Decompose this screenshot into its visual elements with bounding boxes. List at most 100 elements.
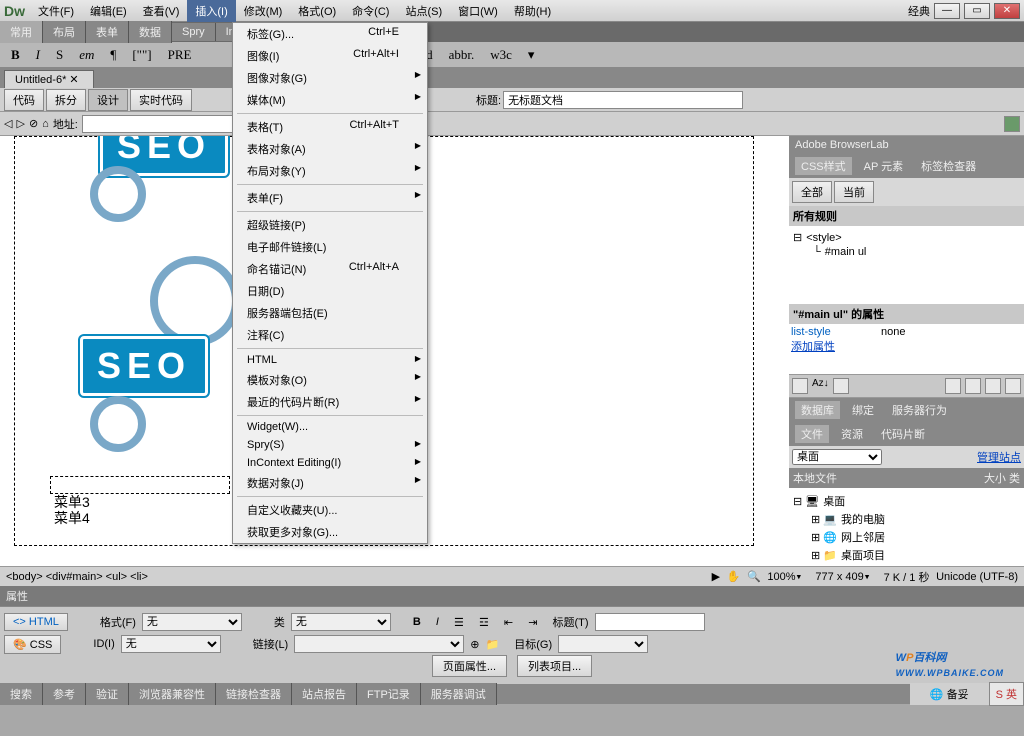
workspace-label[interactable]: 经典	[908, 3, 930, 19]
stop-icon[interactable]: ⊘	[29, 117, 38, 130]
tab-data[interactable]: 数据	[129, 21, 172, 43]
italic-prop-button[interactable]: I	[436, 616, 439, 628]
site-select[interactable]: 桌面	[792, 449, 882, 465]
dropdown-item[interactable]: 布局对象(Y)	[233, 160, 427, 182]
bold-prop-button[interactable]: B	[413, 616, 421, 628]
split-view-button[interactable]: 拆分	[46, 89, 86, 111]
home-icon[interactable]: ⌂	[42, 118, 49, 130]
reference-tab[interactable]: 参考	[43, 683, 86, 705]
browse-icon[interactable]: 📁	[485, 638, 499, 651]
title-input[interactable]	[503, 91, 743, 109]
table-icon[interactable]	[1004, 116, 1020, 132]
html-mode-button[interactable]: <> HTML	[4, 613, 68, 631]
doc-tab[interactable]: Untitled-6* ✕	[4, 70, 94, 88]
abbr-button[interactable]: abbr.	[444, 45, 480, 65]
dropdown-item[interactable]: 电子邮件链接(L)	[233, 236, 427, 258]
browserlab-panel[interactable]: Adobe BrowserLab	[795, 139, 889, 151]
tab-spry[interactable]: Spry	[172, 23, 216, 41]
pre-button[interactable]: PRE	[163, 45, 197, 65]
zoom-icon[interactable]: 🔍	[747, 570, 761, 583]
dropdown-item[interactable]: 注释(C)	[233, 324, 427, 346]
link-icon[interactable]	[945, 378, 961, 394]
link-checker-tab[interactable]: 链接检查器	[216, 683, 292, 705]
menu-edit[interactable]: 编辑(E)	[82, 0, 135, 22]
tab-forms[interactable]: 表单	[86, 21, 129, 43]
tab-common[interactable]: 常用	[0, 21, 43, 43]
menu-insert[interactable]: 插入(I)	[187, 0, 235, 22]
dropdown-item[interactable]: 媒体(M)	[233, 89, 427, 111]
search-tab[interactable]: 搜索	[0, 683, 43, 705]
css-icon-1[interactable]	[792, 378, 808, 394]
server-debug-tab[interactable]: 服务器调试	[421, 683, 497, 705]
ul-icon[interactable]: ☰	[454, 616, 464, 629]
dropdown-item[interactable]: InContext Editing(I)	[233, 454, 427, 472]
dropdown-item[interactable]: 超级链接(P)	[233, 214, 427, 236]
dropdown-item[interactable]: Spry(S)	[233, 436, 427, 454]
format-select[interactable]: 无	[142, 613, 242, 631]
tree-network[interactable]: ⊞ 🌐 网上邻居	[793, 528, 1020, 546]
tree-desktop-items[interactable]: ⊞ 📁 桌面项目	[793, 546, 1020, 564]
assets-tab[interactable]: 资源	[835, 425, 869, 443]
server-behaviors-tab[interactable]: 服务器行为	[886, 401, 953, 419]
ftp-log-tab[interactable]: FTP记录	[357, 683, 421, 705]
manage-sites-link[interactable]: 管理站点	[977, 449, 1021, 465]
more-icon[interactable]: ▾	[523, 45, 540, 65]
dropdown-item[interactable]: 自定义收藏夹(U)...	[233, 499, 427, 521]
tab-layout[interactable]: 布局	[43, 21, 86, 43]
hand-icon[interactable]: ✋	[727, 570, 741, 583]
snippets-tab[interactable]: 代码片断	[875, 425, 931, 443]
database-tab[interactable]: 数据库	[795, 401, 840, 419]
menu-commands[interactable]: 命令(C)	[344, 0, 397, 22]
rule-main-ul[interactable]: └ #main ul	[793, 245, 1020, 259]
id-select[interactable]: 无	[121, 635, 221, 653]
para-button[interactable]: ¶	[105, 45, 121, 65]
outdent-icon[interactable]: ⇤	[504, 616, 513, 629]
dropdown-item[interactable]: 数据对象(J)	[233, 472, 427, 494]
menu-help[interactable]: 帮助(H)	[506, 0, 559, 22]
files-tab[interactable]: 文件	[795, 425, 829, 443]
ol-icon[interactable]: ☲	[479, 616, 489, 629]
w3c-button[interactable]: w3c	[485, 45, 517, 65]
close-button[interactable]: ✕	[994, 3, 1020, 19]
new-rule-icon[interactable]	[965, 378, 981, 394]
dropdown-item[interactable]: Widget(W)...	[233, 418, 427, 436]
css-styles-tab[interactable]: CSS样式	[795, 157, 852, 175]
dropdown-item[interactable]: 表格(T)Ctrl+Alt+T	[233, 116, 427, 138]
tag-inspector-tab[interactable]: 标签检查器	[915, 157, 982, 175]
validation-tab[interactable]: 验证	[86, 683, 129, 705]
menu-modify[interactable]: 修改(M)	[236, 0, 291, 22]
dropdown-item[interactable]: 表格对象(A)	[233, 138, 427, 160]
zoom-value[interactable]: 100%	[767, 571, 795, 583]
dropdown-item[interactable]: 最近的代码片断(R)	[233, 391, 427, 413]
browser-compat-tab[interactable]: 浏览器兼容性	[129, 683, 216, 705]
rule-style[interactable]: ⊟ <style>	[793, 230, 1020, 245]
site-reports-tab[interactable]: 站点报告	[292, 683, 357, 705]
blockquote-button[interactable]: [""]	[127, 45, 156, 65]
dropdown-item[interactable]: 表单(F)	[233, 187, 427, 209]
class-select[interactable]: 无	[291, 613, 391, 631]
menu-format[interactable]: 格式(O)	[290, 0, 344, 22]
maximize-button[interactable]: ▭	[964, 3, 990, 19]
forward-icon[interactable]: ▷	[16, 117, 24, 130]
dropdown-item[interactable]: 服务器端包括(E)	[233, 302, 427, 324]
ap-elements-tab[interactable]: AP 元素	[858, 157, 910, 175]
css-current-button[interactable]: 当前	[834, 181, 874, 203]
live-code-button[interactable]: 实时代码	[130, 89, 192, 111]
indent-icon[interactable]: ⇥	[528, 616, 537, 629]
dropdown-item[interactable]: 标签(G)...Ctrl+E	[233, 23, 427, 45]
trash-icon[interactable]	[1005, 378, 1021, 394]
minimize-button[interactable]: —	[934, 3, 960, 19]
dropdown-item[interactable]: 获取更多对象(G)...	[233, 521, 427, 543]
edit-icon[interactable]	[985, 378, 1001, 394]
page-props-button[interactable]: 页面属性...	[432, 655, 507, 677]
prop-name[interactable]: list-style	[791, 326, 881, 338]
strong-button[interactable]: S	[51, 45, 68, 65]
tag-path[interactable]: <body> <div#main> <ul> <li>	[6, 571, 148, 583]
dropdown-item[interactable]: HTML	[233, 351, 427, 369]
css-mode-button[interactable]: 🎨 CSS	[4, 635, 61, 654]
point-to-file-icon[interactable]: ⊕	[470, 638, 479, 651]
menu-window[interactable]: 窗口(W)	[450, 0, 506, 22]
bindings-tab[interactable]: 绑定	[846, 401, 880, 419]
menu-file[interactable]: 文件(F)	[30, 0, 82, 22]
dropdown-item[interactable]: 模板对象(O)	[233, 369, 427, 391]
